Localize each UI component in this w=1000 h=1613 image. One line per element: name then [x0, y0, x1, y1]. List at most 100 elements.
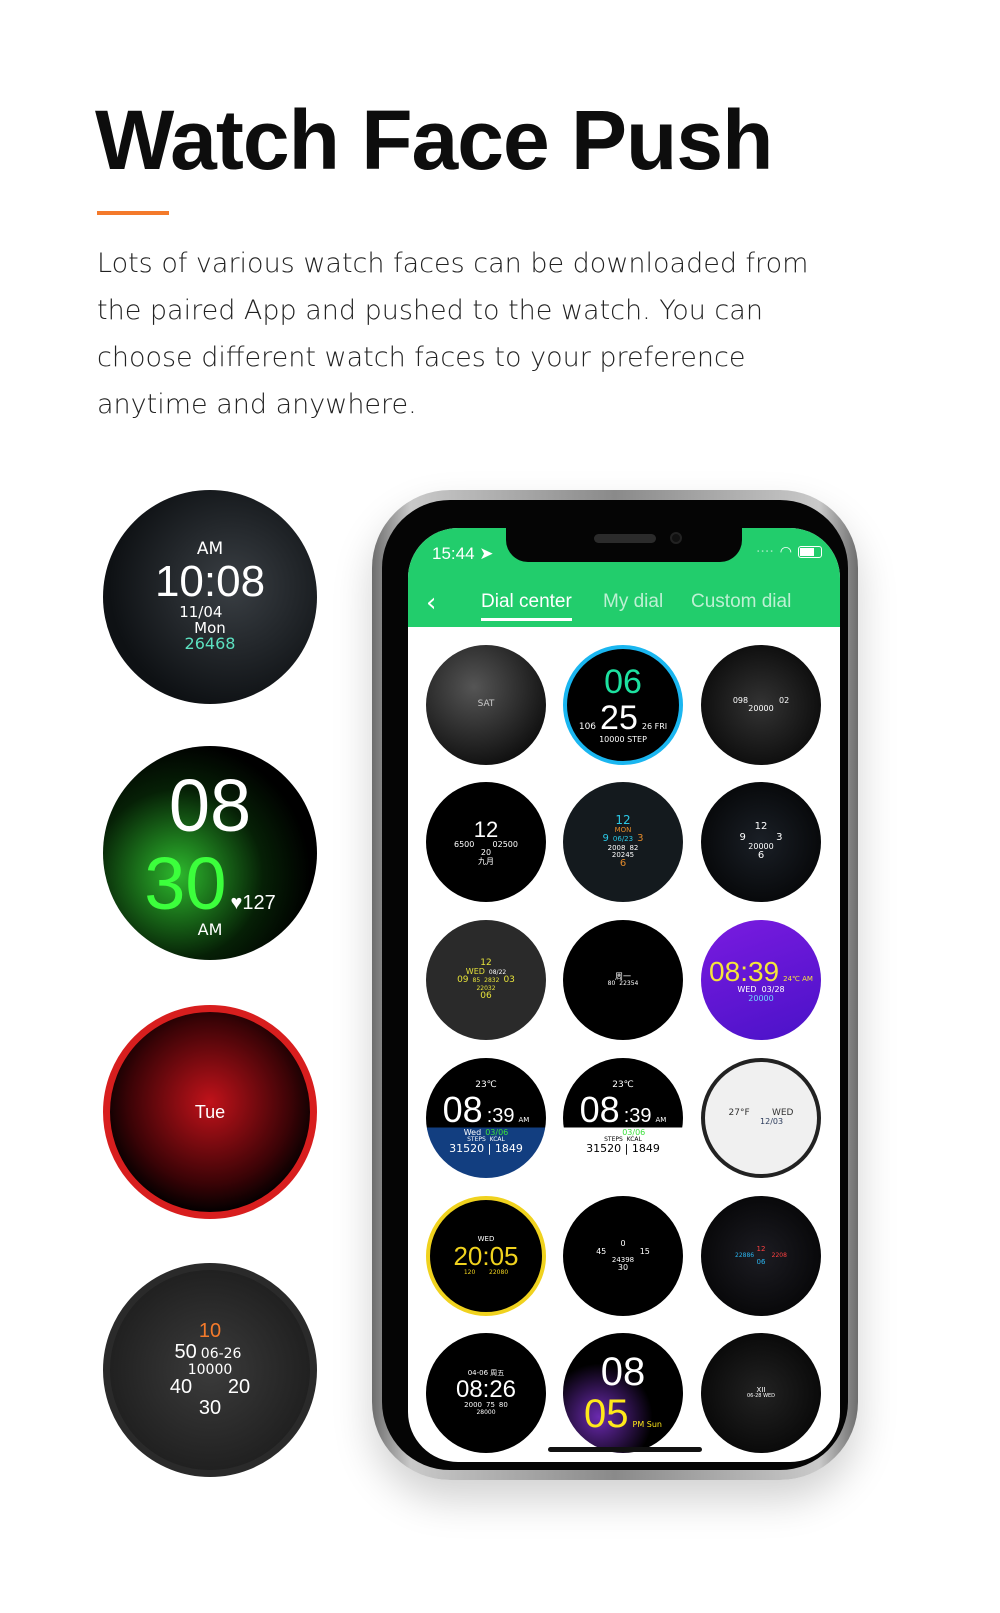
dial-text-row: 80 22354 [607, 980, 639, 988]
dial-text-row: 06 [604, 663, 642, 702]
dial-text-row: 06-28 WED [747, 1393, 775, 1399]
watch-face-dial[interactable]: XII 06-28 WED [701, 1333, 821, 1453]
watch-face-dial[interactable]: 27°F WED 12/03 [701, 1058, 821, 1178]
dial-text: AM [196, 538, 224, 559]
dial-text: 3 [637, 833, 644, 845]
watch-face-dial[interactable]: 08:39 24℃ AM WED 03/28 20000 [701, 920, 821, 1040]
status-icons: ···· ◠ [756, 544, 822, 560]
phone-notch [506, 528, 742, 562]
watch-face-dial[interactable]: 0 45 15 24398 30 [563, 1196, 683, 1316]
tab-custom-dial[interactable]: Custom dial [691, 591, 791, 613]
dial-text-row: 08 [601, 1351, 646, 1393]
phone-screen: 15:44 ➤ ···· ◠ ‹ Dial center My dial Cus… [408, 528, 840, 1462]
watch-face-dial[interactable]: 12 MON 9 06/23 3 2008 82 20245 6 [563, 782, 683, 902]
dial-text: :39 [486, 1104, 515, 1127]
phone-mockup: 15:44 ➤ ···· ◠ ‹ Dial center My dial Cus… [372, 490, 858, 1480]
dial-text-row: 08:39 AM [443, 1090, 530, 1129]
showcase-watch-face: 10 50 06-26 10000 40 20 30 [103, 1263, 317, 1477]
dial-text: 30 [144, 841, 227, 925]
dial-text: 09 [457, 975, 469, 986]
speaker-grille [594, 534, 656, 543]
dial-text: 3 [776, 831, 783, 843]
dial-text-row: 06 [756, 1258, 766, 1267]
dial-text: 12 [615, 813, 631, 828]
watch-face-dial[interactable]: 周一 80 22354 [563, 920, 683, 1040]
dial-text-row: 九月 [478, 856, 494, 866]
watch-face-dial[interactable]: 098 02 20000 [701, 645, 821, 765]
dial-text: 06 [756, 1258, 766, 1267]
home-indicator[interactable] [548, 1447, 702, 1452]
dial-text: 6500 [454, 839, 475, 849]
tab-my-dial[interactable]: My dial [603, 591, 663, 613]
dial-text: 15 [639, 1247, 650, 1257]
watch-face-dial[interactable]: 12 22886 2208 06 [701, 1196, 821, 1316]
dial-text: 02 [778, 695, 790, 705]
dial-text-row: 05 PM Sun [584, 1393, 662, 1435]
watch-face-dial[interactable]: 12 WED 08/22 09 85 2832 03 22032 06 [426, 920, 546, 1040]
dial-text: 120 [463, 1269, 476, 1277]
dial-text: 85 [472, 977, 481, 985]
watch-face-dial[interactable]: 23℃ 08:39 AM Wed 03/06 STEPS KCAL 31520 | 1849 [563, 1058, 683, 1178]
location-arrow-icon: ➤ [479, 544, 494, 563]
dial-text: 08:26 [455, 1376, 517, 1404]
dial-text: 06/23 [612, 835, 634, 844]
showcase-watch-face: Tue [103, 1005, 317, 1219]
front-camera [670, 532, 682, 544]
watch-face-dial[interactable]: 23℃ 08:39 AM Wed 03/06 STEPS KCAL 31520 | 1849 [426, 1058, 546, 1178]
watch-face-dial[interactable]: 12 6500 02500 20 九月 [426, 782, 546, 902]
dial-text: 九月 [478, 856, 494, 866]
dial-text: 24℃ AM [783, 974, 813, 983]
status-time: 15:44 ➤ [432, 544, 494, 563]
dial-text-row: 50 06-26 [174, 1340, 246, 1363]
dial-text: 08 [579, 1088, 620, 1130]
dial-text: 10 [198, 1319, 222, 1342]
dial-text: 12 [754, 821, 768, 833]
watch-face-dial[interactable]: SAT [426, 645, 546, 765]
dial-text: AM [655, 1115, 667, 1124]
watch-face-dial[interactable]: 08 05 PM Sun [563, 1333, 683, 1453]
dial-text: 22886 [735, 1251, 755, 1259]
dial-text: 06 [480, 991, 492, 1002]
dial-text-row: 30 [618, 1263, 628, 1272]
dial-text: 2832 [484, 977, 500, 985]
dial-text: 20000 [748, 704, 774, 713]
dial-text-row: 08:26 [456, 1377, 516, 1402]
dial-text: 06 [604, 663, 642, 702]
watch-face-dial[interactable]: 04-06 周五 08:26 2000 75 80 28000 [426, 1333, 546, 1453]
dial-text: 05 [584, 1392, 629, 1436]
dial-text: 25 [600, 698, 638, 737]
dial-text: 106 [578, 721, 597, 732]
phone-bezel: 15:44 ➤ ···· ◠ ‹ Dial center My dial Cus… [382, 500, 848, 1470]
dial-text: 10:08 [154, 556, 266, 606]
dial-text-row: AM [196, 538, 224, 559]
dial-text: 08 [168, 763, 252, 847]
dial-text-row: 106 25 26 FRI [578, 698, 667, 737]
back-chevron-icon[interactable]: ‹ [426, 588, 436, 618]
dial-text: 22354 [619, 980, 639, 988]
dial-text: 80 [607, 980, 616, 988]
dial-text: 9 [739, 831, 746, 843]
dial-text-row: 31520 | 1849 [586, 1143, 660, 1155]
signal-dots-icon: ···· [755, 544, 774, 560]
dial-text [479, 1270, 485, 1276]
watch-face-dial[interactable]: 12 9 3 20000 6 [701, 782, 821, 902]
dial-text: 03 [503, 975, 515, 986]
dial-text: 2208 [771, 1251, 787, 1259]
dial-text-row: 30 [199, 1398, 221, 1419]
dial-text: 80 [498, 1401, 508, 1410]
dial-text-row: 20000 [748, 994, 773, 1003]
watch-face-dial[interactable]: WED 20:05 120 22080 [426, 1196, 546, 1316]
dial-text: 06-26 [200, 1345, 242, 1362]
dial-text: 26468 [184, 634, 236, 654]
dial-text-row: 10:08 [154, 556, 266, 606]
dial-text [226, 605, 240, 621]
dial-text-row: 12/03 [739, 1117, 784, 1127]
tab-dial-center[interactable]: Dial center [481, 591, 572, 621]
watch-face-dial[interactable]: 06 106 25 26 FRI 10000 STEP [563, 645, 683, 765]
dial-text-row: 31520 | 1849 [449, 1143, 523, 1155]
dial-text-row: 12 [755, 822, 768, 833]
dial-text: 50 [174, 1340, 197, 1363]
dial-text: 12/03 [760, 1117, 784, 1126]
dial-text: 6 [619, 858, 627, 870]
dial-text-row: 08:39 AM [579, 1088, 667, 1130]
